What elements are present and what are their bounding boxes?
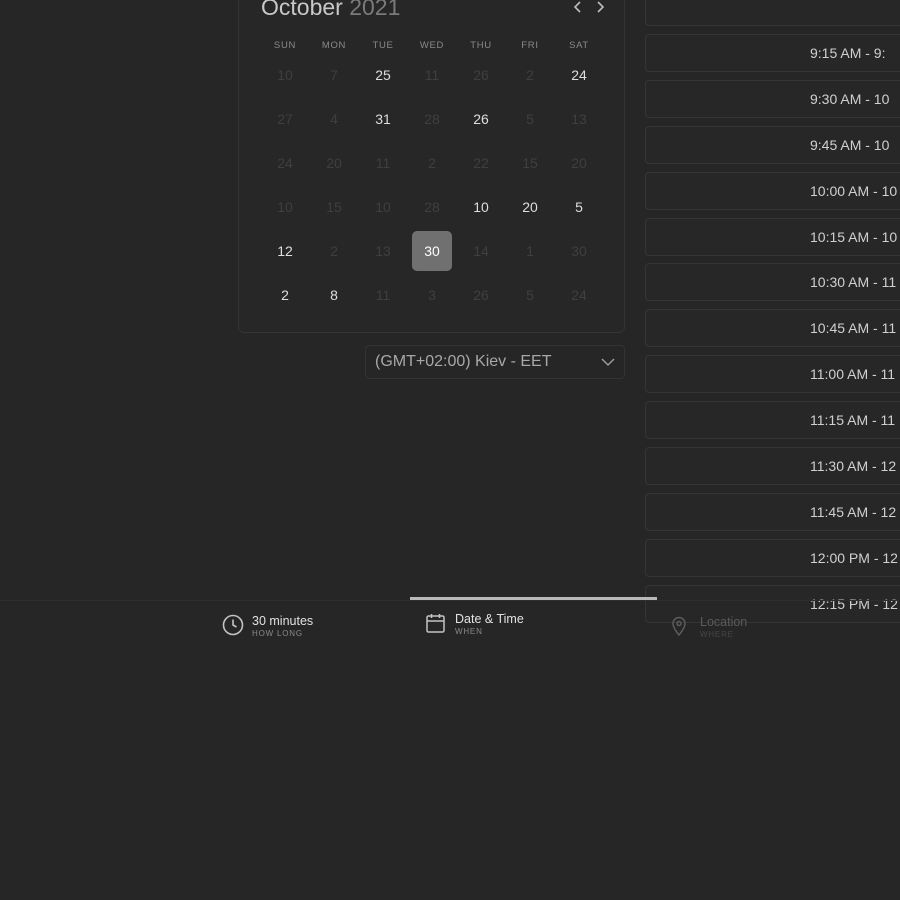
calendar-card: October 2021 SUN MON TUE WED THU FRI SAT 10 7 25…	[238, 0, 625, 333]
day-cell: 10	[277, 67, 293, 83]
chevron-right-icon	[597, 1, 605, 13]
day-cell: 1	[526, 243, 534, 259]
day-cell: 7	[330, 67, 338, 83]
time-slot-label: 10:30 AM - 11	[810, 274, 897, 291]
day-cell: 11	[375, 155, 391, 171]
day-cell: 26	[473, 287, 489, 303]
day-cell: 4	[330, 111, 338, 127]
day-cell: 30	[571, 243, 587, 259]
time-slot-label: 9:45 AM - 10	[810, 136, 890, 153]
weekday-label: SAT	[569, 40, 589, 51]
time-slot-label: 10:45 AM - 11	[810, 320, 897, 337]
day-cell[interactable]: 31	[363, 99, 403, 139]
day-cell: 5	[526, 287, 534, 303]
weekday-label: WED	[419, 40, 445, 51]
day-cell: 28	[424, 199, 440, 215]
time-slot-button[interactable]: 12:00 PM - 12	[645, 538, 900, 577]
time-slot-button[interactable]	[645, 0, 900, 26]
day-cell[interactable]: 5	[559, 187, 599, 227]
weekday-label: TUE	[372, 40, 394, 51]
day-cell: 15	[522, 155, 538, 171]
time-slot-label: 12:15 PM - 12	[810, 595, 898, 612]
time-slot-button[interactable]: 10:30 AM - 11	[645, 263, 900, 302]
day-cell[interactable]: 26	[461, 99, 501, 139]
day-cell: 20	[326, 155, 342, 171]
step-duration-title: 30 minutes	[252, 614, 314, 628]
day-cell[interactable]: 10	[461, 187, 501, 227]
time-slot-label: 9:15 AM - 9:	[810, 44, 886, 61]
time-slot-label: 10:00 AM - 10	[810, 182, 898, 199]
time-slot-button[interactable]: 9:15 AM - 9:	[645, 33, 900, 72]
month-title: October 2021	[261, 0, 400, 21]
day-cell[interactable]: 8	[314, 275, 354, 315]
day-cell[interactable]: 2	[265, 275, 305, 315]
weekday-label: FRI	[521, 40, 539, 51]
day-cell: 10	[375, 199, 391, 215]
day-cell[interactable]: 24	[559, 55, 599, 95]
month-name: October	[261, 0, 343, 20]
day-cell[interactable]: 12	[265, 231, 305, 271]
weekday-label: MON	[321, 40, 347, 51]
time-slot-label: 11:30 AM - 12	[810, 458, 897, 474]
time-slot-label: 11:15 AM - 11	[810, 412, 896, 429]
day-cell: 26	[473, 67, 489, 83]
map-pin-icon	[672, 616, 686, 637]
day-cell: 2	[330, 243, 338, 259]
steps-divider	[0, 600, 900, 601]
time-slot-label: 11:00 AM - 11	[810, 366, 896, 383]
time-slot-button[interactable]: 11:00 AM - 11	[645, 355, 900, 394]
next-month-button[interactable]	[591, 0, 609, 18]
time-slot-label: 11:45 AM - 12	[810, 503, 897, 520]
day-cell: 11	[424, 67, 440, 83]
calendar-icon	[426, 614, 445, 633]
day-cell: 20	[571, 155, 587, 171]
selected-day-cell[interactable]: 30	[412, 231, 452, 271]
time-slot-label: 10:15 AM - 10	[810, 228, 898, 245]
day-cell: 22	[473, 155, 489, 171]
time-slot-button[interactable]: 9:30 AM - 10	[645, 79, 900, 118]
timezone-label: (GMT+02:00) Kiev - EET	[375, 353, 552, 370]
step-location-title: Location	[700, 615, 748, 629]
clock-icon	[222, 614, 244, 636]
day-cell: 2	[526, 67, 534, 83]
time-slot-button[interactable]: 9:45 AM - 10	[645, 125, 900, 164]
day-cell: 27	[277, 111, 293, 127]
time-slot-button[interactable]: 11:15 AM - 11	[645, 401, 900, 440]
time-slot-button[interactable]: 10:15 AM - 10	[645, 217, 900, 256]
day-cell: 11	[375, 287, 391, 303]
day-cell: 5	[526, 111, 534, 127]
chevron-left-icon	[573, 1, 581, 13]
step-location-subtitle: WHERE	[700, 630, 734, 639]
step-date-time-title: Date & Time	[455, 612, 524, 626]
day-cell: 14	[473, 243, 489, 259]
time-slot-button[interactable]: 11:30 AM - 12	[645, 447, 900, 485]
time-slot-button[interactable]: 10:45 AM - 11	[645, 309, 900, 348]
step-duration-subtitle: HOW LONG	[252, 629, 303, 638]
day-cell: 3	[428, 287, 436, 303]
active-step-indicator	[410, 597, 657, 600]
time-slot-button[interactable]: 11:45 AM - 12	[645, 492, 900, 531]
month-year: 2021	[349, 0, 401, 20]
previous-month-button[interactable]	[569, 0, 587, 18]
day-cell: 13	[571, 111, 587, 127]
day-cell: 15	[326, 199, 342, 215]
day-cell: 28	[424, 111, 440, 127]
chevron-down-icon	[601, 358, 615, 367]
time-slot-button[interactable]: 10:00 AM - 10	[645, 171, 900, 210]
day-cell[interactable]: 25	[363, 55, 403, 95]
weekday-label: SUN	[273, 40, 297, 51]
day-cell: 13	[375, 243, 391, 259]
timezone-select[interactable]: (GMT+02:00) Kiev - EET	[365, 345, 625, 379]
time-slot-label: 12:00 PM - 12	[810, 549, 898, 566]
day-cell: 10	[277, 199, 293, 215]
step-date-time-subtitle: WHEN	[455, 627, 483, 636]
day-cell: 2	[428, 155, 436, 171]
day-cell: 24	[277, 155, 293, 171]
weekday-label: THU	[470, 40, 492, 51]
day-cell[interactable]: 20	[510, 187, 550, 227]
day-cell: 24	[571, 287, 587, 303]
time-slot-label: 9:30 AM - 10	[810, 90, 890, 107]
